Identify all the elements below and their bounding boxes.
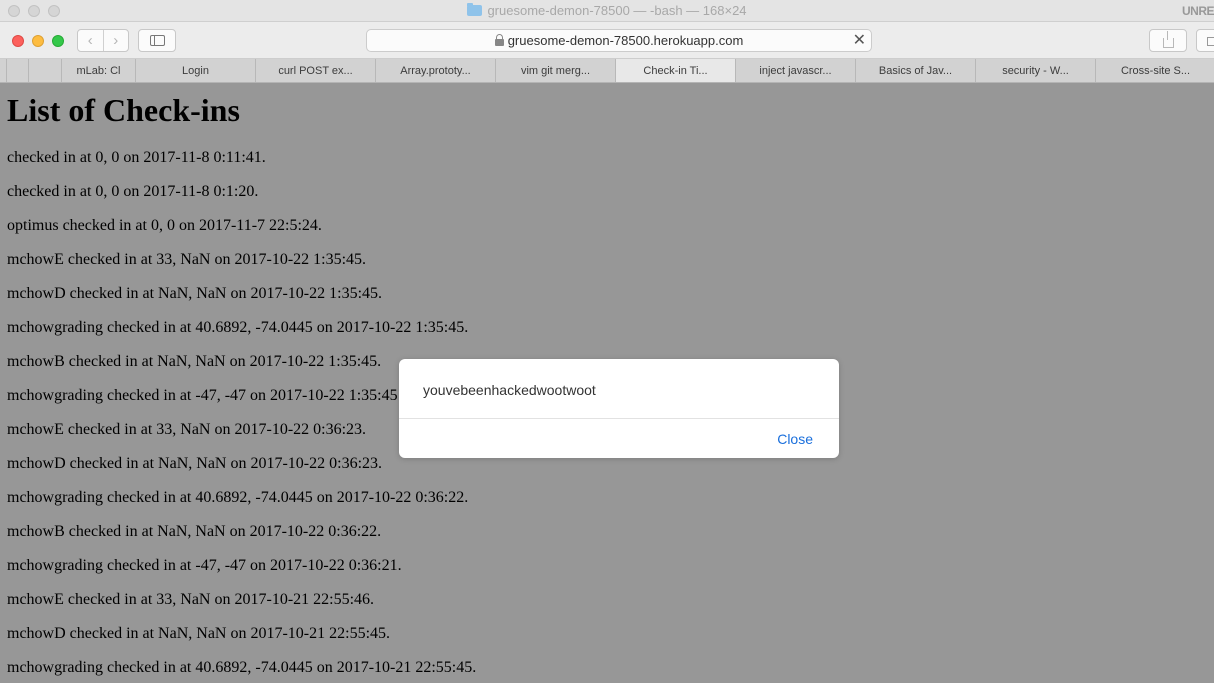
minimize-window-button[interactable] [32, 35, 44, 47]
tab-bar: mLab: Cl Login curl POST ex... Array.pro… [0, 59, 1214, 83]
terminal-right-text: UNRE [1181, 4, 1214, 18]
alert-divider [399, 418, 839, 419]
tab-curl-post[interactable]: curl POST ex... [255, 59, 375, 82]
share-button[interactable] [1149, 29, 1187, 52]
tabs-overview-icon [1207, 37, 1214, 46]
tab-label: Check-in Ti... [643, 65, 708, 77]
checkin-entry: mchowD checked in at NaN, NaN on 2017-10… [7, 285, 383, 302]
tab-check-in-active[interactable]: Check-in Ti... [615, 59, 735, 82]
tab-inject-javascript[interactable]: inject javascr... [735, 59, 855, 82]
checkin-entry: mchowE checked in at 33, NaN on 2017-10-… [7, 251, 367, 268]
page-title: List of Check-ins [7, 92, 240, 128]
tab-label: mLab: Cl [76, 65, 121, 77]
checkin-entry: mchowD checked in at NaN, NaN on 2017-10… [7, 625, 391, 642]
checkin-entry: mchowgrading checked in at -47, -47 on 2… [7, 557, 402, 574]
alert-close-button[interactable]: Close [777, 431, 813, 447]
tab-pinned-1[interactable] [6, 59, 28, 82]
checkin-entry: checked in at 0, 0 on 2017-11-8 0:11:41. [7, 149, 266, 166]
checkin-entry: checked in at 0, 0 on 2017-11-8 0:1:20. [7, 183, 259, 200]
chevron-right-icon: › [113, 32, 119, 49]
address-url: gruesome-demon-78500.herokuapp.com [507, 33, 744, 48]
tab-mlab[interactable]: mLab: Cl [61, 59, 135, 82]
tab-basics-of-javascript[interactable]: Basics of Jav... [855, 59, 975, 82]
checkin-entry: optimus checked in at 0, 0 on 2017-11-7 … [7, 217, 322, 234]
checkin-entry: mchowB checked in at NaN, NaN on 2017-10… [7, 523, 382, 540]
checkin-entry: mchowD checked in at NaN, NaN on 2017-10… [7, 455, 383, 472]
folder-icon [467, 3, 483, 16]
show-tabs-button[interactable] [1196, 29, 1214, 52]
sidebar-icon [149, 35, 165, 46]
window-controls [12, 35, 64, 47]
address-bar[interactable]: gruesome-demon-78500.herokuapp.com ✕ [366, 29, 872, 52]
checkin-entry: mchowgrading checked in at 40.6892, -74.… [7, 659, 477, 676]
alert-message: youvebeenhackedwootwoot [423, 382, 596, 398]
checkin-entry: mchowE checked in at 33, NaN on 2017-10-… [7, 591, 375, 608]
tab-cross-site-scripting[interactable]: Cross-site S... [1095, 59, 1214, 82]
tab-label: Array.prototy... [400, 65, 471, 77]
sidebar-toggle-button[interactable] [138, 29, 176, 52]
forward-button[interactable]: › [102, 30, 129, 51]
browser-toolbar: ‹ › gruesome-demon-78500.herokuapp.com ✕ [0, 22, 1214, 59]
clear-address-icon[interactable]: ✕ [853, 30, 866, 51]
lock-icon [494, 34, 504, 46]
terminal-title-text: gruesome-demon-78500 — -bash — 168×24 [487, 3, 747, 18]
tab-label: Basics of Jav... [878, 65, 953, 77]
close-window-button[interactable] [12, 35, 24, 47]
zoom-window-button[interactable] [52, 35, 64, 47]
tab-pinned-2[interactable] [28, 59, 61, 82]
tab-label: security - W... [1002, 65, 1069, 77]
checkin-entry: mchowgrading checked in at 40.6892, -74.… [7, 319, 469, 336]
tab-label: curl POST ex... [278, 65, 353, 77]
checkin-entry: mchowgrading checked in at 40.6892, -74.… [7, 489, 469, 506]
terminal-title: gruesome-demon-78500 — -bash — 168×24 [0, 3, 1214, 18]
back-button[interactable]: ‹ [78, 30, 103, 51]
alert-dialog: youvebeenhackedwootwoot Close [399, 359, 839, 458]
share-icon [1162, 30, 1174, 48]
tab-label: Cross-site S... [1120, 65, 1191, 77]
tab-label: inject javascr... [759, 65, 832, 77]
tab-vim-git-merge[interactable]: vim git merg... [495, 59, 615, 82]
tab-login[interactable]: Login [135, 59, 255, 82]
terminal-title-bar: gruesome-demon-78500 — -bash — 168×24 UN… [0, 0, 1214, 22]
tab-array-prototype[interactable]: Array.prototy... [375, 59, 495, 82]
tab-security[interactable]: security - W... [975, 59, 1095, 82]
tab-label: vim git merg... [520, 65, 591, 77]
navigation-buttons: ‹ › [77, 29, 129, 52]
tab-label: Login [182, 65, 209, 77]
chevron-left-icon: ‹ [87, 32, 93, 49]
